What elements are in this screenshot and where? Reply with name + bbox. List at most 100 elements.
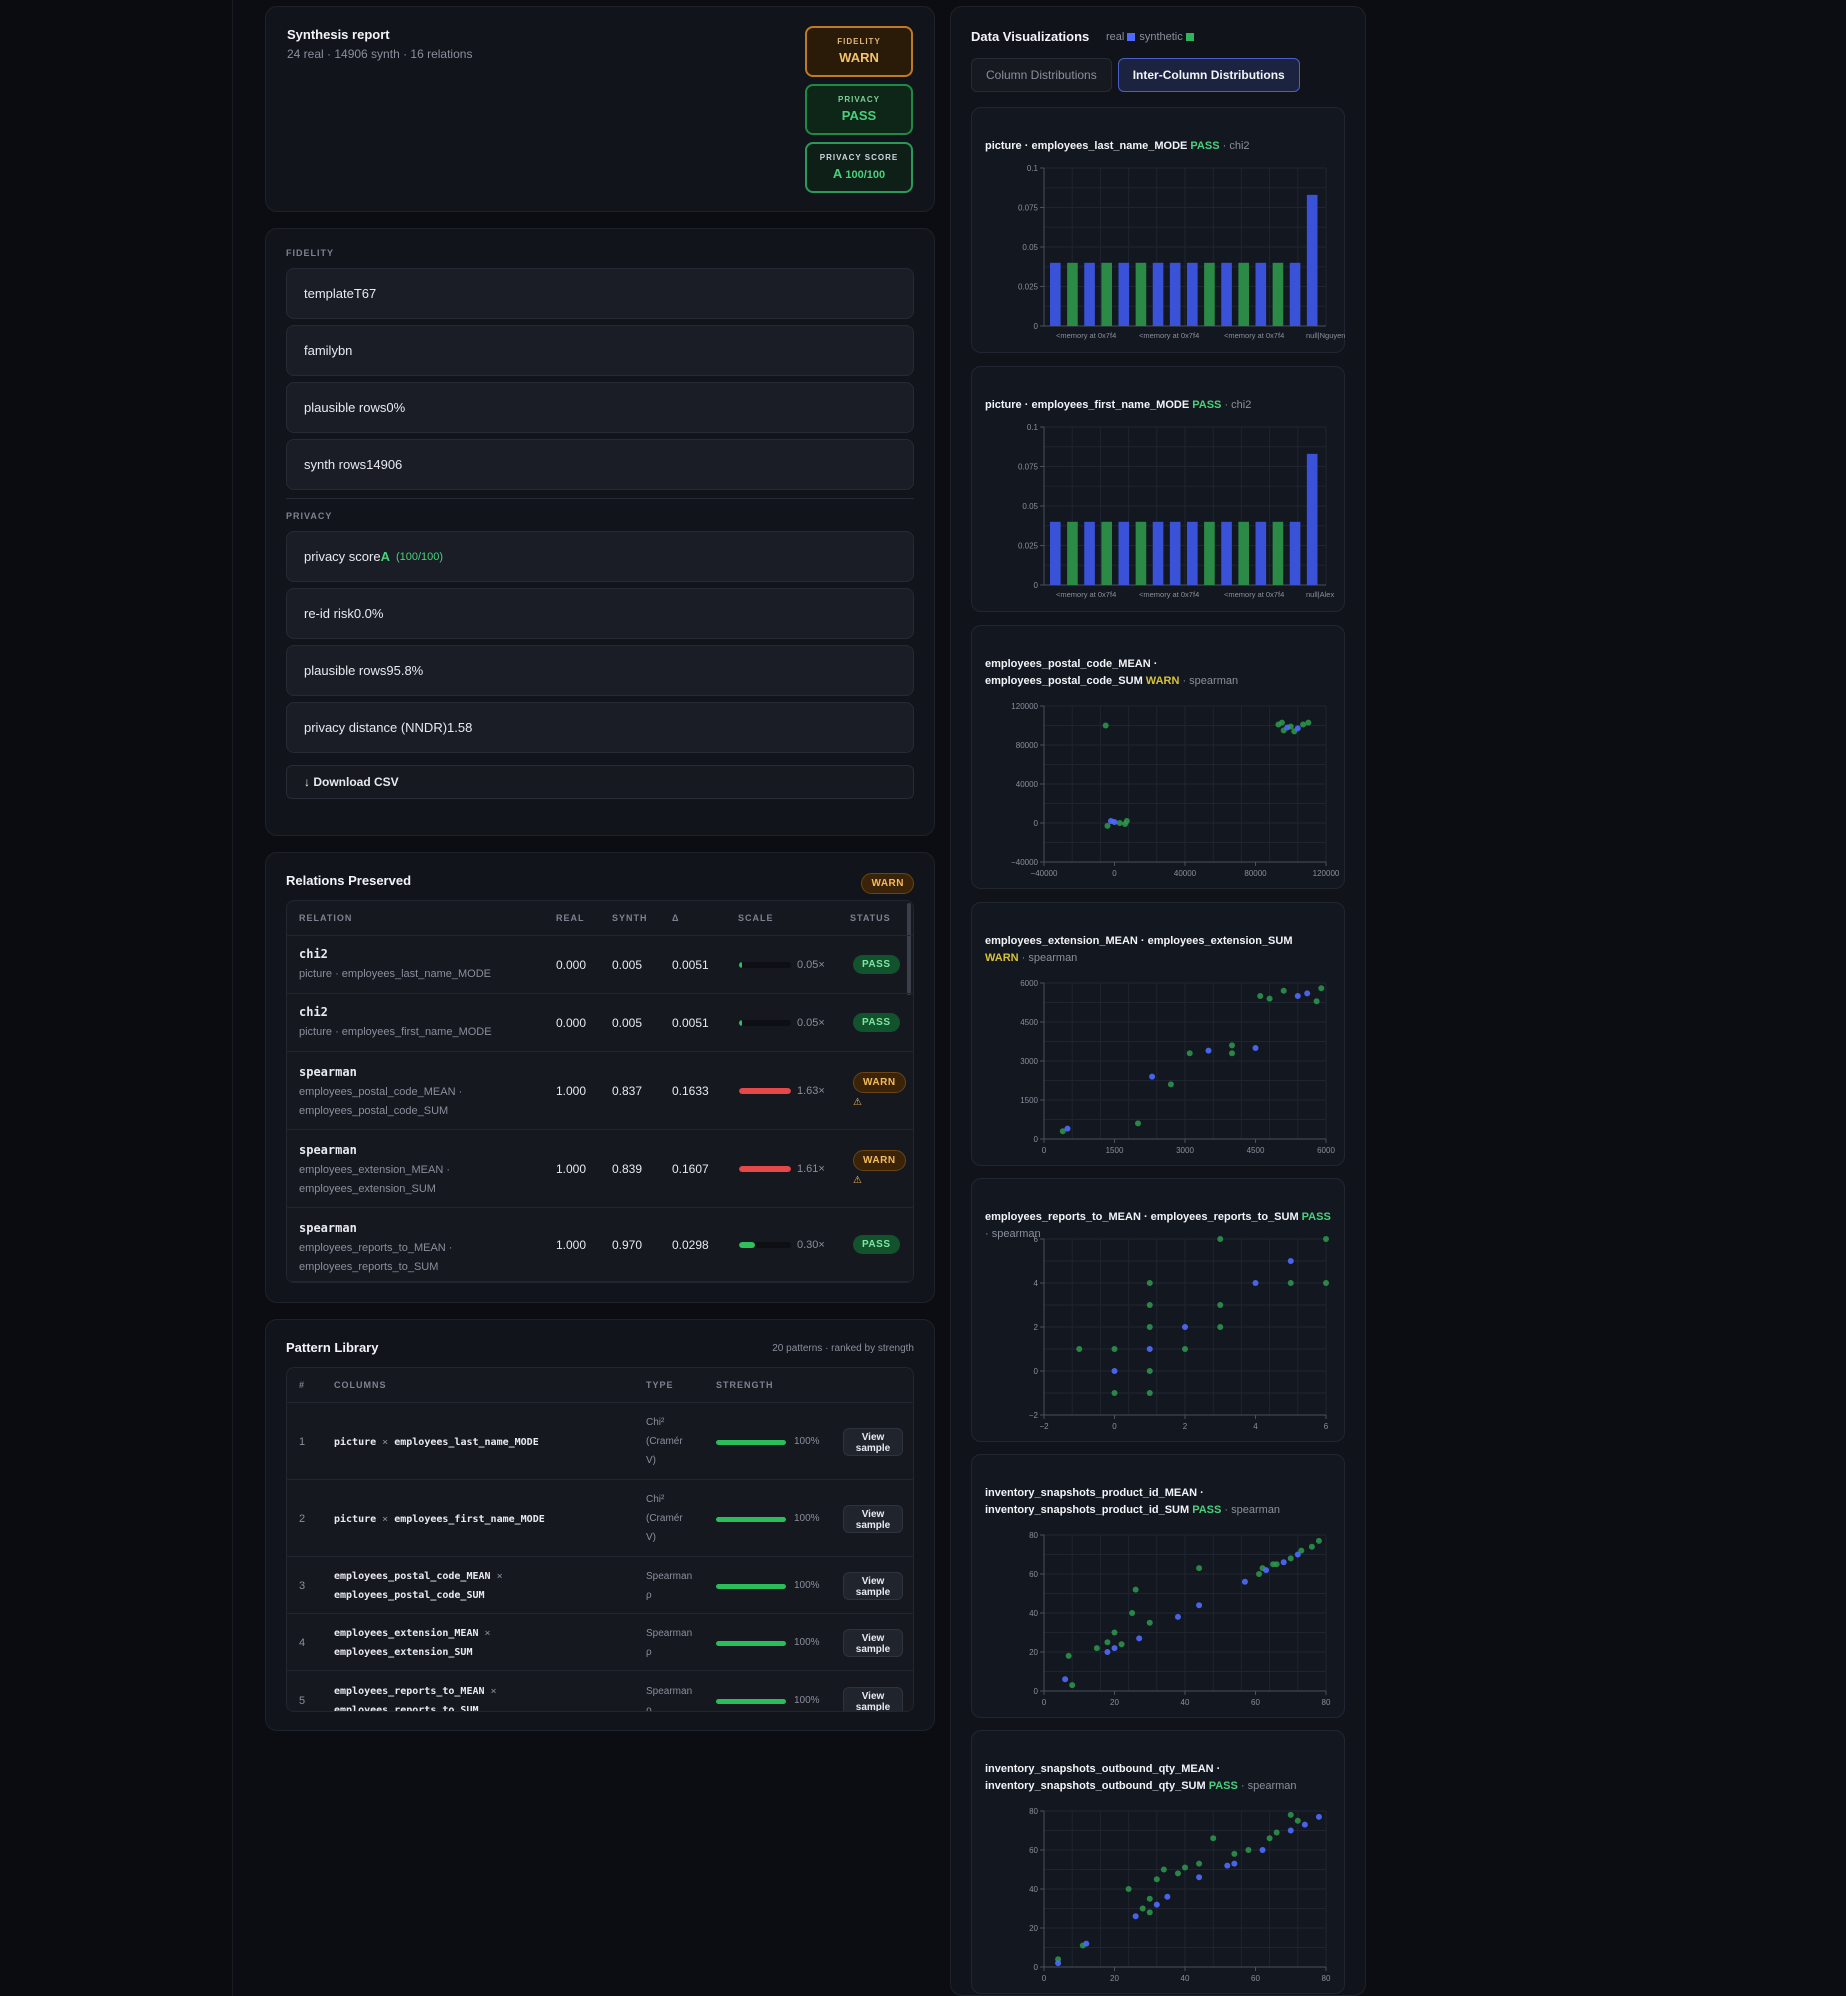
viz-title-line: employees_postal_code_MEAN · [985, 656, 1335, 673]
synthetic-point [1139, 1905, 1146, 1912]
x-tick-label: 40 [1181, 1698, 1190, 1707]
bar [1152, 262, 1164, 326]
x-tick-label: 20 [1110, 1974, 1119, 1983]
synthetic-point [1111, 1346, 1118, 1352]
relation-status-badge: PASS [853, 955, 900, 974]
relation-kind: chi2 [299, 947, 328, 961]
scale-bar [739, 962, 791, 968]
synthetic-point [1229, 1042, 1235, 1049]
real-point [1149, 1073, 1156, 1080]
y-tick-label: 4500 [1020, 1018, 1038, 1027]
x-tick-label: 0 [1042, 1698, 1047, 1707]
bar [1289, 262, 1301, 326]
scale-bar [739, 1088, 791, 1094]
synthetic-point [1294, 1817, 1301, 1824]
viz-card: picture · employees_first_name_MODE PASS… [971, 366, 1345, 612]
strength-bar-fill [716, 1699, 786, 1704]
relations-rows: chi2 picture · employees_last_name_MODE 0.… [287, 936, 913, 1282]
synthetic-point [1146, 1390, 1153, 1396]
relation-real: 0.000 [556, 1016, 587, 1030]
real-point [1252, 1045, 1259, 1051]
synthetic-point [1245, 1847, 1252, 1853]
bar [1255, 521, 1267, 585]
viz-status: PASS [1187, 140, 1220, 152]
real-point [1280, 1559, 1287, 1566]
view-sample-button[interactable]: View sample [843, 1427, 903, 1456]
view-label: View [861, 1508, 885, 1520]
view-sample-button[interactable]: View sample [843, 1504, 903, 1533]
bar [1289, 521, 1301, 585]
scale-value: 0.05× [797, 959, 825, 971]
fidelity-metric-row: plausible rows0% [286, 382, 914, 433]
badge-label: PRIVACY SCORE [819, 153, 899, 162]
synthetic-point [1146, 1302, 1153, 1308]
synthetic-point [1104, 1639, 1111, 1646]
x-tick-label: 4 [1253, 1422, 1258, 1431]
synthetic-point [1102, 722, 1109, 729]
section-divider [286, 498, 914, 499]
scale-bar [739, 1020, 791, 1026]
x-tick-label: 120000 [1313, 869, 1340, 878]
synthetic-point [1323, 1236, 1329, 1242]
col-header-real: REAL [556, 913, 585, 923]
x-tick-label: 2 [1183, 1422, 1188, 1431]
strength-value: 100% [794, 1695, 820, 1706]
view-label: sample [855, 1442, 891, 1454]
pattern-index: 3 [299, 1579, 306, 1592]
pattern-type: Spearman ρ [646, 1682, 692, 1711]
relation-status-badge: PASS [853, 1235, 900, 1254]
y-tick-label: 3000 [1020, 1057, 1038, 1066]
real-point [1294, 1551, 1301, 1558]
real-point [1294, 725, 1301, 732]
bar [1118, 521, 1130, 585]
real-point [1301, 1821, 1308, 1828]
bar [1272, 521, 1284, 585]
synthetic-point [1104, 822, 1111, 829]
relation-columns: employees_extension_MEAN · employees_exte… [299, 1161, 450, 1199]
bar [1152, 521, 1164, 585]
relation-synth: 0.005 [612, 958, 643, 972]
view-sample-button[interactable]: View sample [843, 1687, 903, 1711]
pattern-type-line: ρ [646, 1589, 652, 1601]
real-point [1287, 1258, 1294, 1264]
relations-status-badge: WARN [861, 873, 914, 894]
y-tick-label: 0 [1034, 1135, 1039, 1144]
real-point [1111, 1368, 1118, 1374]
view-sample-button[interactable]: View sample [843, 1571, 903, 1600]
relation-column-name: employees_postal_code_MEAN · [299, 1086, 463, 1098]
strength-bar-fill [716, 1439, 786, 1445]
relations-table: RELATION REAL SYNTH Δ SCALE STATUS chi2 p… [286, 900, 914, 1283]
pattern-type-line: Chi² [646, 1494, 665, 1505]
bar [1084, 262, 1095, 326]
relation-delta: 0.0051 [672, 1016, 709, 1030]
pattern-type: Spearman ρ [646, 1567, 692, 1605]
bar [1135, 262, 1147, 326]
view-sample-button[interactable]: View sample [843, 1628, 903, 1657]
tab-inter-column-distributions[interactable]: Inter-Column Distributions [1117, 58, 1300, 92]
viz-title-text: picture · employees_last_name_MODE [985, 140, 1188, 152]
viz-card-title: inventory_snapshots_outbound_qty_MEAN · i… [985, 1761, 1335, 1795]
real-point [1107, 818, 1114, 825]
y-tick-label: 20 [1029, 1924, 1038, 1933]
y-tick-label: 0.025 [1018, 283, 1039, 292]
real-point [1196, 1602, 1203, 1609]
download-csv-button[interactable]: ↓ Download CSV [286, 765, 914, 799]
x-tick-label: <memory at 0x7f4 [1139, 331, 1199, 340]
column-name: employees_extension_MEAN [334, 1627, 479, 1639]
synthetic-point [1266, 995, 1273, 1002]
times-icon: × [376, 1513, 395, 1525]
viz-card: employees_extension_MEAN · employees_ext… [971, 902, 1345, 1166]
viz-title-line: inventory_snapshots_outbound_qty_SUM PAS… [985, 1778, 1335, 1795]
pattern-column-b: employees_reports_to_SUM [334, 1705, 479, 1712]
scale-value: 0.05× [797, 1017, 825, 1029]
synthetic-point [1123, 818, 1130, 825]
synthetic-point [1146, 1280, 1153, 1286]
bar [1221, 521, 1232, 585]
bar [1101, 262, 1112, 326]
viz-title-text: employees_postal_code_SUM [985, 675, 1143, 687]
synthetic-point [1231, 1850, 1238, 1857]
strength-value: 100% [794, 1579, 820, 1591]
tab-column-distributions[interactable]: Column Distributions [971, 58, 1112, 92]
col-header-scale: SCALE [738, 913, 774, 923]
x-tick-label: 80 [1322, 1974, 1331, 1983]
